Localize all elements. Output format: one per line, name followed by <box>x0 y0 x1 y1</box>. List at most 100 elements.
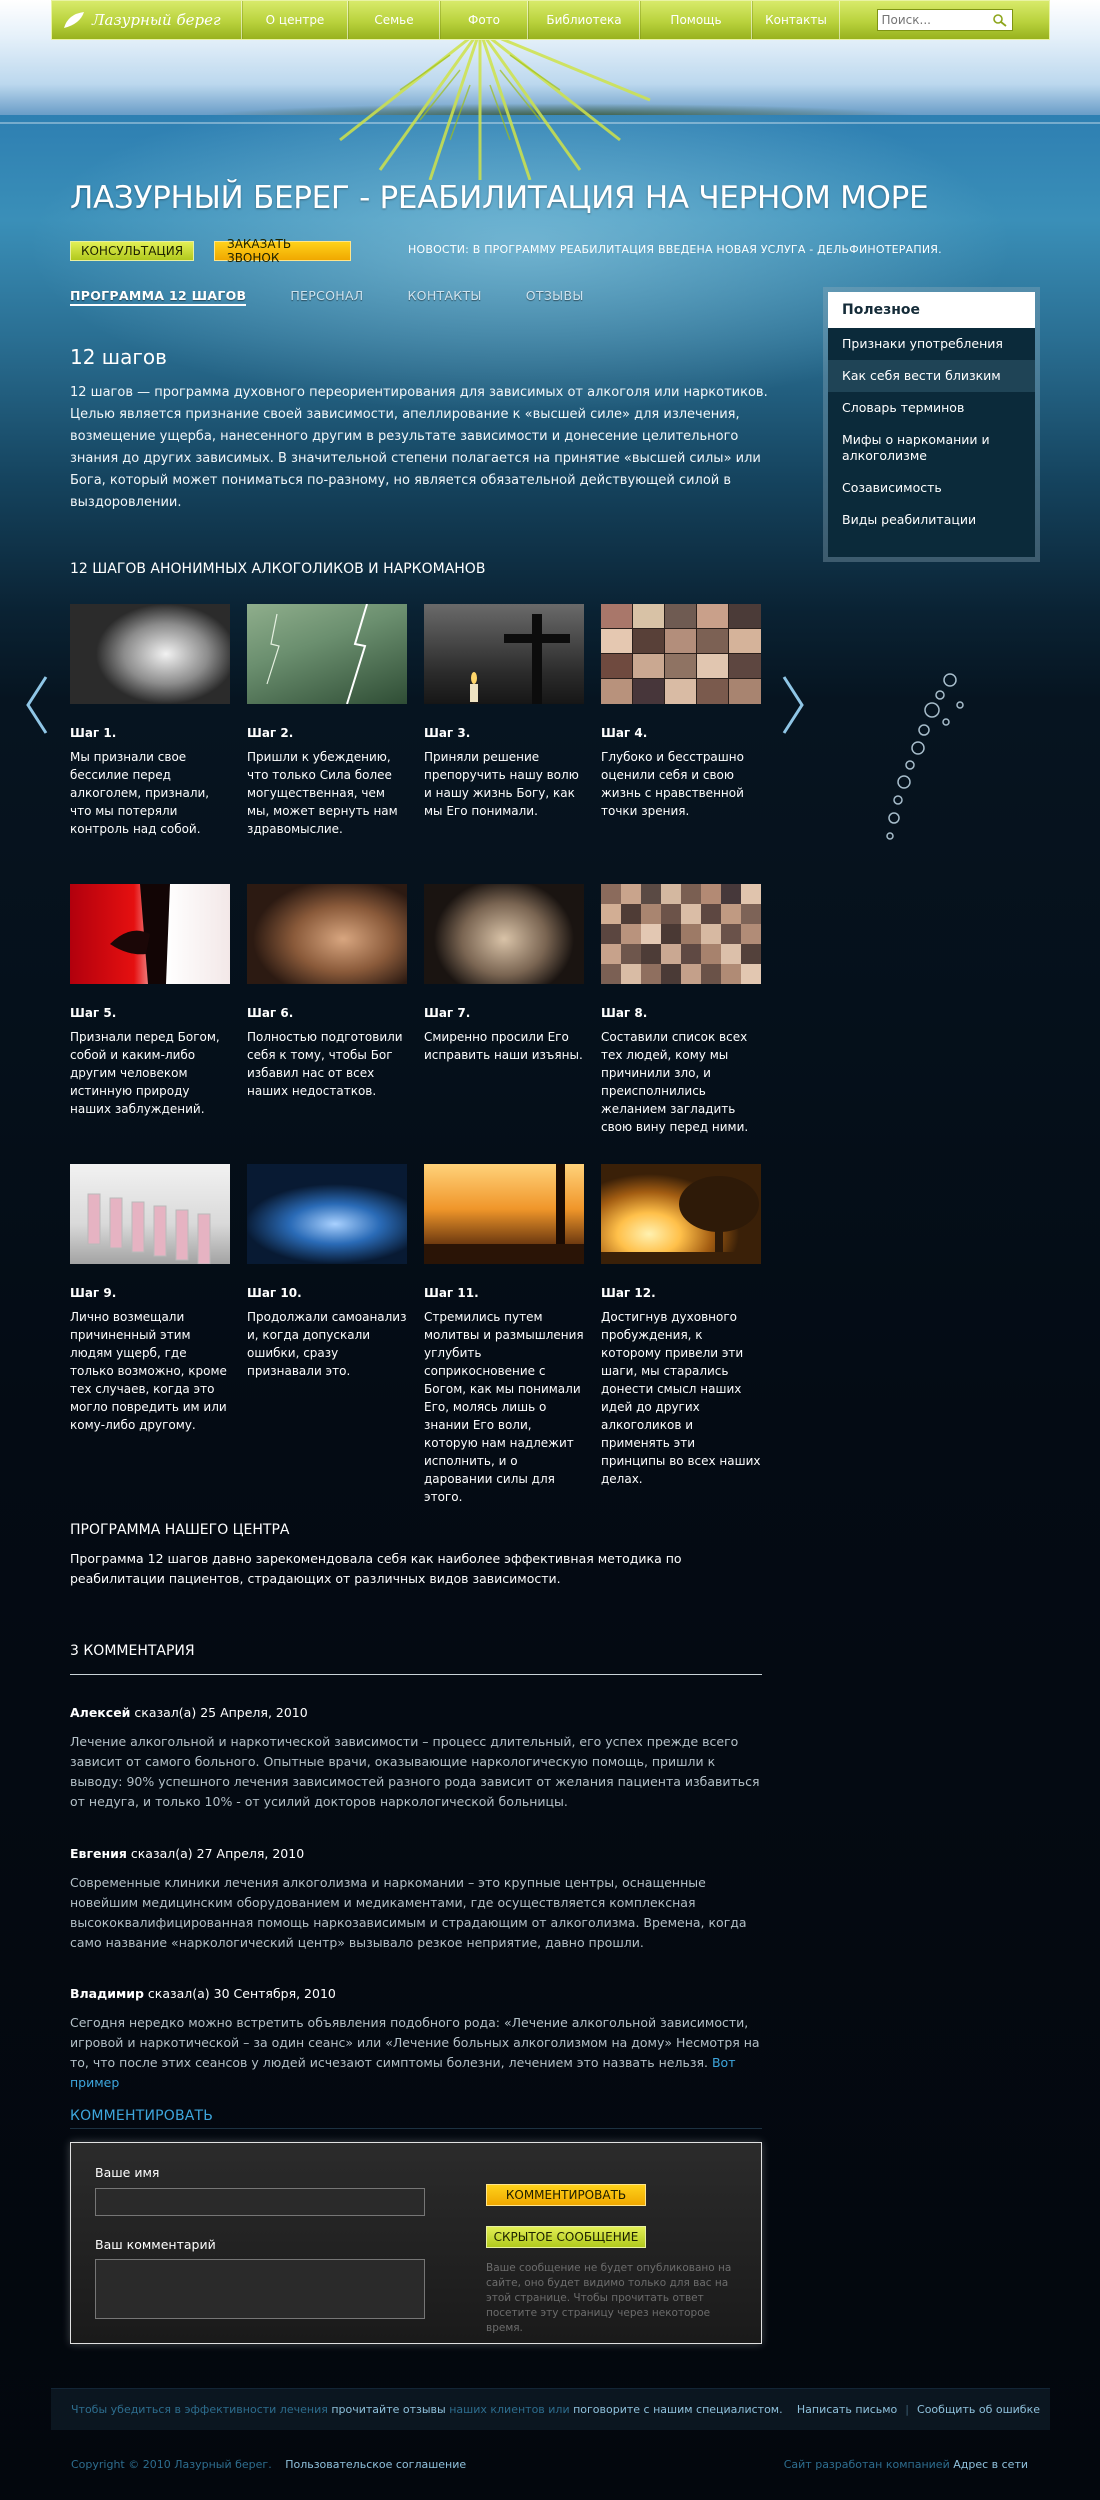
step-card[interactable]: Шаг 10. Продолжали самоанализ и, когда д… <box>247 1164 407 1380</box>
step-card[interactable]: Шаг 1. Мы признали свое бессилие перед а… <box>70 604 230 838</box>
comment-label: Ваш комментарий <box>95 2237 216 2252</box>
reviews-link[interactable]: прочитайте отзывы <box>331 2403 445 2416</box>
footer-bar: Чтобы убедиться в эффективности лечения … <box>51 2388 1050 2430</box>
chevron-left-icon[interactable] <box>24 675 50 735</box>
step-image[interactable] <box>601 1164 761 1264</box>
step-title: Шаг 4. <box>601 726 648 740</box>
developer-text: Сайт разработан компанией <box>783 2458 950 2471</box>
comment-text: Сегодня нередко можно встретить объявлен… <box>70 2015 760 2070</box>
chevron-right-icon[interactable] <box>780 675 806 735</box>
search-icon[interactable] <box>992 13 1008 27</box>
tab-staff[interactable]: ПЕРСОНАЛ <box>290 288 363 306</box>
comment-header: Алексей сказал(а) 25 Апреля, 2010 <box>70 1705 770 1720</box>
step-text: Лично возмещали причиненный этим людям у… <box>70 1310 227 1432</box>
step-image[interactable] <box>70 1164 230 1264</box>
tab-12-steps[interactable]: ПРОГРАММА 12 ШАГОВ <box>70 288 247 306</box>
step-card[interactable]: Шаг 12. Достигнув духовного пробуждения,… <box>601 1164 761 1488</box>
comment-item: Алексей сказал(а) 25 Апреля, 2010 Лечени… <box>70 1705 770 1812</box>
consultation-button[interactable]: КОНСУЛЬТАЦИЯ <box>70 241 194 261</box>
hidden-message-button[interactable]: СКРЫТОЕ СООБЩЕНИЕ <box>486 2226 646 2248</box>
step-text: Полностью подготовили себя к тому, чтобы… <box>247 1030 403 1098</box>
tab-reviews[interactable]: ОТЗЫВЫ <box>526 288 584 306</box>
step-text: Продолжали самоанализ и, когда допускали… <box>247 1310 407 1378</box>
footer-links: Написать письмо | Сообщить об ошибке <box>797 2403 1040 2416</box>
step-image[interactable] <box>601 604 761 704</box>
sidebar-item-glossary[interactable]: Словарь терминов <box>828 392 1035 424</box>
step-image[interactable] <box>424 1164 584 1264</box>
palm-leaves-decoration <box>339 30 651 180</box>
step-title: Шаг 6. <box>247 1006 294 1020</box>
step-text: Глубоко и бесстрашно оценили себя и свою… <box>601 750 744 818</box>
comment-date: 30 Сентября, 2010 <box>213 1986 336 2001</box>
sidebar-item-codependency[interactable]: Созависимость <box>828 472 1035 504</box>
footer-text-2: наших клиентов или <box>449 2403 570 2416</box>
developer-link[interactable]: Адрес в сети <box>953 2458 1028 2471</box>
step-image[interactable] <box>247 884 407 984</box>
step-card[interactable]: Шаг 8. Составили список всех тех людей, … <box>601 884 761 1136</box>
step-image[interactable] <box>247 1164 407 1264</box>
nav-item-family[interactable]: Семье <box>348 1 440 39</box>
write-letter-link[interactable]: Написать письмо <box>797 2403 897 2416</box>
step-title: Шаг 11. <box>424 1286 479 1300</box>
step-card[interactable]: Шаг 4. Глубоко и бесстрашно оценили себя… <box>601 604 761 820</box>
submit-comment-button[interactable]: КОММЕНТИРОВАТЬ <box>486 2184 646 2206</box>
tab-contacts[interactable]: КОНТАКТЫ <box>408 288 482 306</box>
add-comment-divider <box>70 2128 762 2129</box>
program-text: Программа 12 шагов давно зарекомендовала… <box>70 1551 682 1586</box>
step-card[interactable]: Шаг 7. Смиренно просили Его исправить на… <box>424 884 584 1064</box>
top-navigation: Лазурный берег О центре Семье Фото Библи… <box>51 0 1050 40</box>
comment-said: сказал(а) <box>130 1846 193 1861</box>
name-input[interactable] <box>95 2188 425 2216</box>
sidebar-item-relatives[interactable]: Как себя вести близким <box>828 360 1035 392</box>
name-label: Ваше имя <box>95 2165 160 2180</box>
step-card[interactable]: Шаг 3. Приняли решение препоручить нашу … <box>424 604 584 820</box>
step-image[interactable] <box>424 604 584 704</box>
report-error-link[interactable]: Сообщить об ошибке <box>917 2403 1040 2416</box>
step-title: Шаг 1. <box>70 726 117 740</box>
step-title: Шаг 7. <box>424 1006 471 1020</box>
nav-item-library[interactable]: Библиотека <box>528 1 640 39</box>
step-image[interactable] <box>601 884 761 984</box>
developer-credit: Сайт разработан компанией Адрес в сети <box>784 2458 1028 2471</box>
comment-header: Евгения сказал(а) 27 Апреля, 2010 <box>70 1846 770 1861</box>
sidebar-panel: Полезное Признаки употребления Как себя … <box>828 292 1035 557</box>
news-ticker[interactable]: НОВОСТИ: В ПРОГРАММУ РЕАБИЛИТАЦИЯ ВВЕДЕН… <box>408 243 942 256</box>
content-tabs: ПРОГРАММА 12 ШАГОВ ПЕРСОНАЛ КОНТАКТЫ ОТЗ… <box>70 288 628 306</box>
specialist-link[interactable]: поговорите с нашим специалистом. <box>573 2403 782 2416</box>
user-agreement-link[interactable]: Пользовательское соглашение <box>285 2458 466 2471</box>
search-input[interactable] <box>881 13 992 27</box>
step-image[interactable] <box>424 884 584 984</box>
step-card[interactable]: Шаг 9. Лично возмещали причиненный этим … <box>70 1164 230 1434</box>
comment-textarea[interactable] <box>95 2259 425 2319</box>
step-card[interactable]: Шаг 5. Признали перед Богом, собой и как… <box>70 884 230 1118</box>
comment-header: Владимир сказал(а) 30 Сентября, 2010 <box>70 1986 770 2001</box>
step-image[interactable] <box>70 884 230 984</box>
site-logo[interactable]: Лазурный берег <box>52 1 242 39</box>
add-comment-heading[interactable]: КОММЕНТИРОВАТЬ <box>70 2108 213 2124</box>
step-card[interactable]: Шаг 2. Пришли к убеждению, что только Си… <box>247 604 407 838</box>
nav-item-contacts[interactable]: Контакты <box>752 1 840 39</box>
step-title: Шаг 9. <box>70 1286 117 1300</box>
nav-item-about[interactable]: О центре <box>242 1 348 39</box>
footer-promo: Чтобы убедиться в эффективности лечения … <box>71 2403 783 2416</box>
nav-item-help[interactable]: Помощь <box>640 1 752 39</box>
order-call-button[interactable]: ЗАКАЗАТЬ ЗВОНОК <box>214 237 351 265</box>
program-heading: ПРОГРАММА НАШЕГО ЦЕНТРА <box>70 1522 290 1538</box>
sidebar-item-rehab-types[interactable]: Виды реабилитации <box>828 504 1035 536</box>
nav-item-photo[interactable]: Фото <box>440 1 528 39</box>
step-card[interactable]: Шаг 6. Полностью подготовили себя к тому… <box>247 884 407 1100</box>
sidebar-item-signs[interactable]: Признаки употребления <box>828 328 1035 360</box>
tree-sunrise-graphic <box>601 1176 761 1264</box>
comment-said: сказал(а) <box>147 1986 210 2001</box>
footer-separator: | <box>905 2403 910 2416</box>
step-image[interactable] <box>70 604 230 704</box>
step-image[interactable] <box>247 604 407 704</box>
step-text: Пришли к убеждению, что только Сила боле… <box>247 750 398 836</box>
step-card[interactable]: Шаг 11. Стремились путем молитвы и размы… <box>424 1164 584 1506</box>
sidebar-item-myths[interactable]: Мифы о наркомании и алкоголизме <box>828 424 1035 472</box>
step-title: Шаг 2. <box>247 726 294 740</box>
comments-divider <box>70 1674 762 1675</box>
comment-body: Современные клиники лечения алкоголизма … <box>70 1875 747 1950</box>
search-area <box>840 1 1049 39</box>
sunset-figure-graphic <box>424 1164 584 1264</box>
